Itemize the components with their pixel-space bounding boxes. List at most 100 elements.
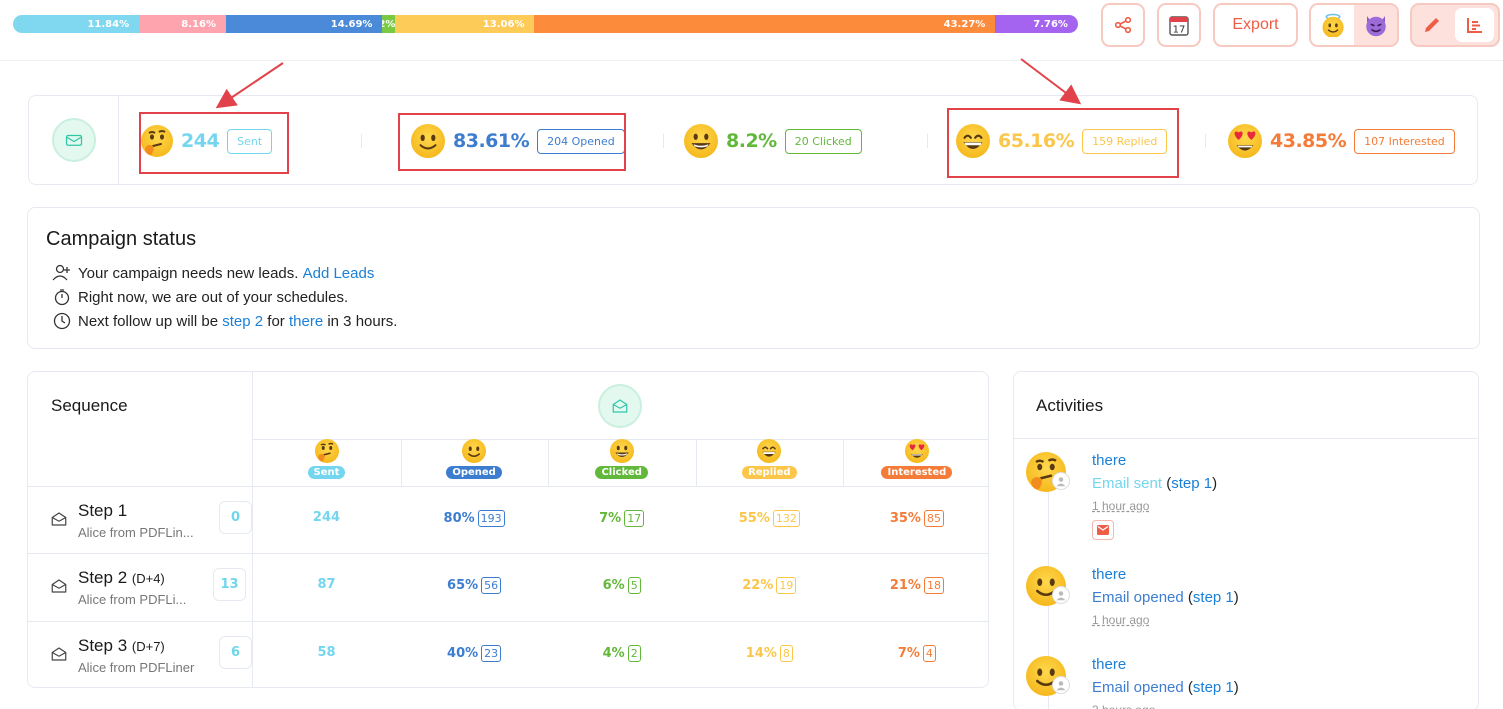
- cell-count-badge: 193: [477, 510, 505, 527]
- status-leads-row: Your campaign needs new leads. Add Leads: [52, 263, 374, 283]
- heart-eyes-emoji-icon: [1228, 124, 1262, 158]
- cell-interested: 35% 85: [843, 510, 988, 527]
- mail-icon: [1097, 525, 1109, 535]
- cell-count-badge: 17: [624, 510, 645, 527]
- column-separator: [843, 440, 845, 486]
- cell-clicked: 6% 5: [548, 577, 695, 594]
- followup-prefix: Next follow up will be: [78, 312, 219, 330]
- step-sender: Alice from PDFLi...: [78, 592, 187, 607]
- activity-time: 1 hour ago: [1092, 499, 1150, 513]
- stat-clicked: 8.2% 20 Clicked: [684, 121, 862, 161]
- stats-view-button[interactable]: [1455, 8, 1494, 42]
- activities-panel: Activities there Email sent (step 1) 1 hou…: [1013, 371, 1479, 709]
- cell-percent: 7%: [599, 511, 622, 526]
- thinking-emoji-icon: [314, 439, 339, 463]
- email-circle: [52, 118, 96, 162]
- activity-description: Email opened (step 1): [1092, 679, 1239, 696]
- step-lead-count[interactable]: 13: [213, 568, 246, 601]
- stat-clicked-badge: 20 Clicked: [784, 128, 862, 154]
- angel-emoji-icon: [1321, 13, 1344, 37]
- stat-interested-badge: 107 Interested: [1354, 128, 1455, 154]
- followup-step-link[interactable]: step 2: [222, 313, 263, 330]
- activity-step-link[interactable]: step 1: [1193, 679, 1234, 696]
- column-label: Replied: [742, 466, 797, 479]
- clock-icon: [52, 311, 72, 331]
- activity-step-link[interactable]: step 1: [1171, 475, 1212, 492]
- activity-action[interactable]: Email opened: [1092, 679, 1184, 696]
- stats-icon-column: [29, 96, 119, 184]
- activity-lead-link[interactable]: there: [1092, 566, 1126, 583]
- activity-action[interactable]: Email sent: [1092, 475, 1162, 492]
- activity-time: 1 hour ago: [1092, 613, 1150, 627]
- angel-toggle[interactable]: [1311, 5, 1354, 45]
- cell-count-badge: 56: [481, 577, 502, 594]
- column-separator: [400, 440, 402, 486]
- followup-lead-link[interactable]: there: [289, 313, 323, 330]
- campaign-status-title: Campaign status: [46, 228, 197, 250]
- followup-for: for: [267, 312, 285, 330]
- stat-separator: [663, 134, 664, 148]
- activity-lead-link[interactable]: there: [1092, 656, 1126, 673]
- progress-segment: 14.69%: [225, 15, 383, 33]
- cell-count-badge: 19: [776, 577, 797, 594]
- status-schedule-row: Right now, we are out of your schedules.: [52, 287, 348, 307]
- edit-view-button[interactable]: [1412, 5, 1451, 45]
- add-user-icon: [52, 263, 72, 283]
- cell-percent: 80%: [443, 511, 475, 526]
- activities-divider: [1014, 438, 1478, 439]
- activity-time: 3 hours ago: [1092, 703, 1155, 709]
- cell-percent: 65%: [447, 578, 479, 593]
- open-envelope-icon: [612, 399, 628, 413]
- progress-segment: 7.76%: [995, 15, 1078, 33]
- calendar-button[interactable]: 17: [1157, 3, 1201, 47]
- column-header-interested: Interested: [843, 439, 988, 486]
- activity-lead-link[interactable]: there: [1092, 452, 1126, 469]
- cell-percent: 22%: [742, 578, 774, 593]
- export-button[interactable]: Export: [1213, 3, 1298, 47]
- cell-percent: 7%: [897, 646, 920, 661]
- highlight-box-replied: [947, 108, 1179, 178]
- calendar-icon: 17: [1169, 16, 1189, 36]
- beaming-emoji-icon: [757, 439, 782, 463]
- sequence-email-circle: [598, 384, 642, 428]
- cell-clicked: 7% 17: [548, 510, 695, 527]
- step-lead-count[interactable]: 0: [219, 501, 252, 534]
- share-button[interactable]: [1101, 3, 1145, 47]
- step-name: Step 2 (D+4): [78, 568, 165, 587]
- activity-step-link[interactable]: step 1: [1193, 589, 1234, 606]
- step-lead-count[interactable]: 6: [219, 636, 252, 669]
- sequence-row[interactable]: Step 3 (D+7) Alice from PDFLiner 6 58 40% 23 4…: [28, 621, 988, 687]
- column-label: Sent: [307, 466, 346, 479]
- progress-segment: 1.22%: [382, 15, 396, 33]
- status-leads-text: Your campaign needs new leads.: [78, 264, 299, 282]
- envelope-open-icon: [51, 647, 67, 661]
- column-header-replied: Replied: [696, 439, 843, 486]
- cell-replied: 14% 8: [696, 645, 843, 662]
- pencil-icon: [1424, 18, 1439, 32]
- stat-interested: 43.85% 107 Interested: [1228, 121, 1455, 161]
- cell-count-badge: 4: [922, 645, 936, 662]
- mood-toggle[interactable]: [1309, 3, 1399, 47]
- sequence-title: Sequence: [51, 396, 128, 415]
- cell-opened: 65% 56: [401, 577, 548, 594]
- envelope-icon: [65, 134, 83, 146]
- activities-title: Activities: [1036, 396, 1104, 415]
- view-toggle[interactable]: [1410, 3, 1500, 47]
- grinning-emoji-icon: [684, 124, 718, 158]
- column-header-opened: Opened: [401, 439, 548, 486]
- user-avatar-icon: [1052, 472, 1070, 490]
- devil-toggle[interactable]: [1354, 5, 1397, 45]
- column-header-clicked: Clicked: [548, 439, 695, 486]
- cell-opened: 40% 23: [401, 645, 548, 662]
- activity-description: Email opened (step 1): [1092, 589, 1239, 606]
- sequence-row[interactable]: Step 1 Alice from PDFLin... 0 244 80% 193 7% 1…: [28, 486, 988, 553]
- highlight-box-sent: [139, 112, 289, 174]
- sequence-row[interactable]: Step 2 (D+4) Alice from PDFLi... 13 87 65% 56…: [28, 553, 988, 620]
- column-separator: [695, 440, 697, 486]
- email-badge[interactable]: [1092, 520, 1114, 540]
- add-leads-link[interactable]: Add Leads: [303, 265, 375, 282]
- cell-interested: 21% 18: [843, 577, 988, 594]
- progress-segment: 11.84%: [13, 15, 140, 33]
- chart-icon: [1466, 18, 1482, 33]
- activity-action[interactable]: Email opened: [1092, 589, 1184, 606]
